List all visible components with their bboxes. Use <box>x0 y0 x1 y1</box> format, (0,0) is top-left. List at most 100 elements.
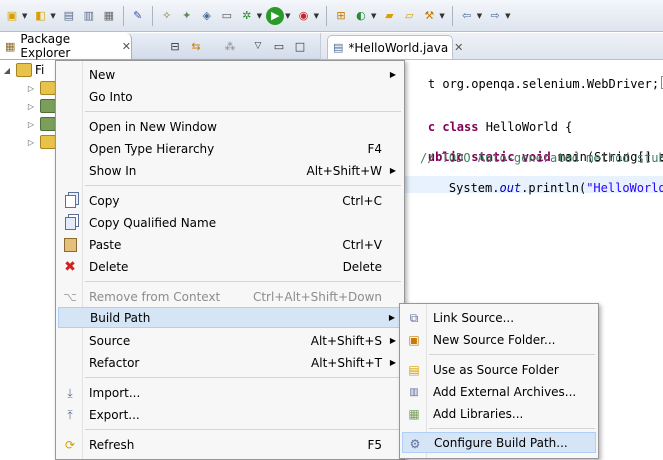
focus-task-icon[interactable]: ⁂ <box>222 38 238 54</box>
tree-item-label: Fi <box>35 63 45 77</box>
new-class-icon[interactable]: ◐ <box>352 7 370 25</box>
layout-icon[interactable]: ▭ <box>218 7 236 25</box>
menu-item-label: New <box>89 67 116 82</box>
wand-dropdown-icon[interactable]: ▼ <box>439 12 444 20</box>
save-icon[interactable]: ▤ <box>60 7 78 25</box>
source-package-icon <box>40 81 56 95</box>
menu-item-refactor[interactable]: Refactor Alt+Shift+T ▶ <box>58 352 402 373</box>
menu-item-shortcut: Delete <box>342 259 382 274</box>
maximize-icon[interactable]: □ <box>292 38 308 54</box>
link-with-editor-icon[interactable]: ⇆ <box>188 38 204 54</box>
menu-item-go-into[interactable]: Go Into <box>58 86 402 107</box>
menu-item-refresh[interactable]: ⟳ Refresh F5 <box>58 434 402 455</box>
close-icon[interactable]: ✕ <box>122 40 131 53</box>
code-comment-line[interactable]: // TODO Auto-generated method stub <box>420 151 663 165</box>
new-wizard-icon[interactable]: ◧ <box>31 7 49 25</box>
collapse-all-icon[interactable]: ⊟ <box>167 38 183 54</box>
menu-item-import[interactable]: ⤓ Import... <box>58 382 402 403</box>
collapsed-twisty-icon[interactable]: ▷ <box>26 138 36 147</box>
run-external-dropdown-icon[interactable]: ▼ <box>314 12 319 20</box>
expanded-twisty-icon[interactable]: ◢ <box>2 66 12 75</box>
save-all-icon[interactable]: ▥ <box>80 7 98 25</box>
export-icon: ⤒ <box>67 407 73 422</box>
menu-item-delete[interactable]: ✖ Delete Delete <box>58 256 402 277</box>
submenu-item-configure-build-path[interactable]: ⚙ Configure Build Path... <box>402 432 596 453</box>
new-icon[interactable]: ▣ <box>3 7 21 25</box>
copy-icon <box>62 193 78 209</box>
forward-arrow-icon[interactable]: ⇨ <box>486 7 504 25</box>
submenu-arrow-icon: ▶ <box>389 336 396 345</box>
submenu-item-add-libraries[interactable]: ▦ Add Libraries... <box>402 403 596 424</box>
package-explorer-tab-label: Package Explorer <box>20 32 71 60</box>
menu-item-label: Configure Build Path... <box>434 435 568 450</box>
tree-item[interactable]: ▷ <box>26 115 56 133</box>
back-arrow-icon[interactable]: ⇦ <box>458 7 476 25</box>
menu-item-remove-from-context[interactable]: ⌥ Remove from Context Ctrl+Alt+Shift+Dow… <box>58 286 402 307</box>
run-icon[interactable]: ▶ <box>266 6 285 25</box>
close-icon[interactable]: ✕ <box>454 41 463 54</box>
menu-item-new[interactable]: New ▶ <box>58 64 402 85</box>
collapsed-twisty-icon[interactable]: ▷ <box>26 102 36 111</box>
menu-item-copy-qualified-name[interactable]: Copy Qualified Name <box>58 212 402 233</box>
new-source-folder-icon: ▣ <box>408 333 420 347</box>
profile-icon[interactable]: ✧ <box>158 7 176 25</box>
menu-item-open-in-new-window[interactable]: Open in New Window <box>58 116 402 137</box>
menu-item-label: Add External Archives... <box>433 384 577 399</box>
code-line[interactable]: t org.openqa.selenium.WebDriver; <box>399 62 663 105</box>
collapsed-twisty-icon[interactable]: ▷ <box>26 120 36 129</box>
new-class-dropdown-icon[interactable]: ▼ <box>371 12 376 20</box>
editor-tab-helloworld[interactable]: ▤ *HelloWorld.java ✕ <box>327 35 463 59</box>
link-source-icon: ⧉ <box>409 310 419 325</box>
submenu-item-add-external-archives[interactable]: ▥ Add External Archives... <box>402 381 596 402</box>
copy-qualified-icon <box>62 215 78 231</box>
editor-tab-label: *HelloWorld.java <box>348 40 449 55</box>
build-icon[interactable]: ◈ <box>198 7 216 25</box>
back-dropdown-icon[interactable]: ▼ <box>477 12 482 20</box>
menu-item-copy[interactable]: Copy Ctrl+C <box>58 190 402 211</box>
new-dropdown-icon[interactable]: ▼ <box>22 12 27 20</box>
menu-item-shortcut: F5 <box>367 437 382 452</box>
run-external-icon[interactable]: ◉ <box>295 7 313 25</box>
pin-icon[interactable]: ✎ <box>129 7 147 25</box>
context-menu: New ▶ Go Into Open in New Window Open Ty… <box>55 60 405 460</box>
submenu-item-new-source-folder[interactable]: ▣ New Source Folder... <box>402 329 596 350</box>
menu-item-paste[interactable]: Paste Ctrl+V <box>58 234 402 255</box>
menu-item-label: Source <box>89 333 131 348</box>
menu-item-label: Import... <box>89 385 141 400</box>
tree-item[interactable]: ▷ <box>26 97 56 115</box>
menu-item-label: Open in New Window <box>89 119 217 134</box>
tree-item[interactable]: ▷ <box>26 133 56 151</box>
coverage-icon[interactable]: ✦ <box>178 7 196 25</box>
code-line[interactable]: System.out.println("HelloWorld!"); <box>420 167 663 209</box>
package-explorer-tab[interactable]: ▦ Package Explorer ✕ <box>0 32 132 60</box>
open-file-icon[interactable]: ▱ <box>400 7 418 25</box>
tree-item[interactable]: ▷ <box>26 79 56 97</box>
menu-separator <box>85 281 401 282</box>
new-wizard-dropdown-icon[interactable]: ▼ <box>50 12 55 20</box>
menu-item-build-path[interactable]: Build Path ▶ <box>58 307 402 328</box>
submenu-item-link-source[interactable]: ⧉ Link Source... <box>402 307 596 328</box>
minimize-icon[interactable]: ▭ <box>271 38 287 54</box>
menu-item-show-in[interactable]: Show In Alt+Shift+W ▶ <box>58 160 402 181</box>
forward-dropdown-icon[interactable]: ▼ <box>505 12 510 20</box>
debug-bug-icon[interactable]: ✲ <box>238 7 256 25</box>
menu-item-label: Export... <box>89 407 140 422</box>
view-menu-icon[interactable]: ▽ <box>250 38 266 54</box>
menu-item-open-type-hierarchy[interactable]: Open Type Hierarchy F4 <box>58 138 402 159</box>
wand-icon[interactable]: ⚒ <box>420 7 438 25</box>
debug-dropdown-icon[interactable]: ▼ <box>257 12 262 20</box>
open-folder-icon[interactable]: ▰ <box>380 7 398 25</box>
menu-item-source[interactable]: Source Alt+Shift+S ▶ <box>58 330 402 351</box>
menu-item-shortcut: Ctrl+Alt+Shift+Down <box>252 289 382 304</box>
code-text: System. <box>448 181 500 195</box>
open-type-icon[interactable]: ⊞ <box>332 7 350 25</box>
menu-item-label: Open Type Hierarchy <box>89 141 215 156</box>
collapsed-twisty-icon[interactable]: ▷ <box>26 84 36 93</box>
menu-item-shortcut: Ctrl+C <box>342 193 382 208</box>
tree-item-project[interactable]: ◢ Fi <box>2 61 44 79</box>
menu-item-export[interactable]: ⤒ Export... <box>58 404 402 425</box>
print-icon[interactable]: ▦ <box>100 7 118 25</box>
java-file-icon: ▤ <box>333 41 344 54</box>
submenu-item-use-as-source-folder[interactable]: ▤ Use as Source Folder <box>402 359 596 380</box>
run-dropdown-icon[interactable]: ▼ <box>285 12 290 20</box>
